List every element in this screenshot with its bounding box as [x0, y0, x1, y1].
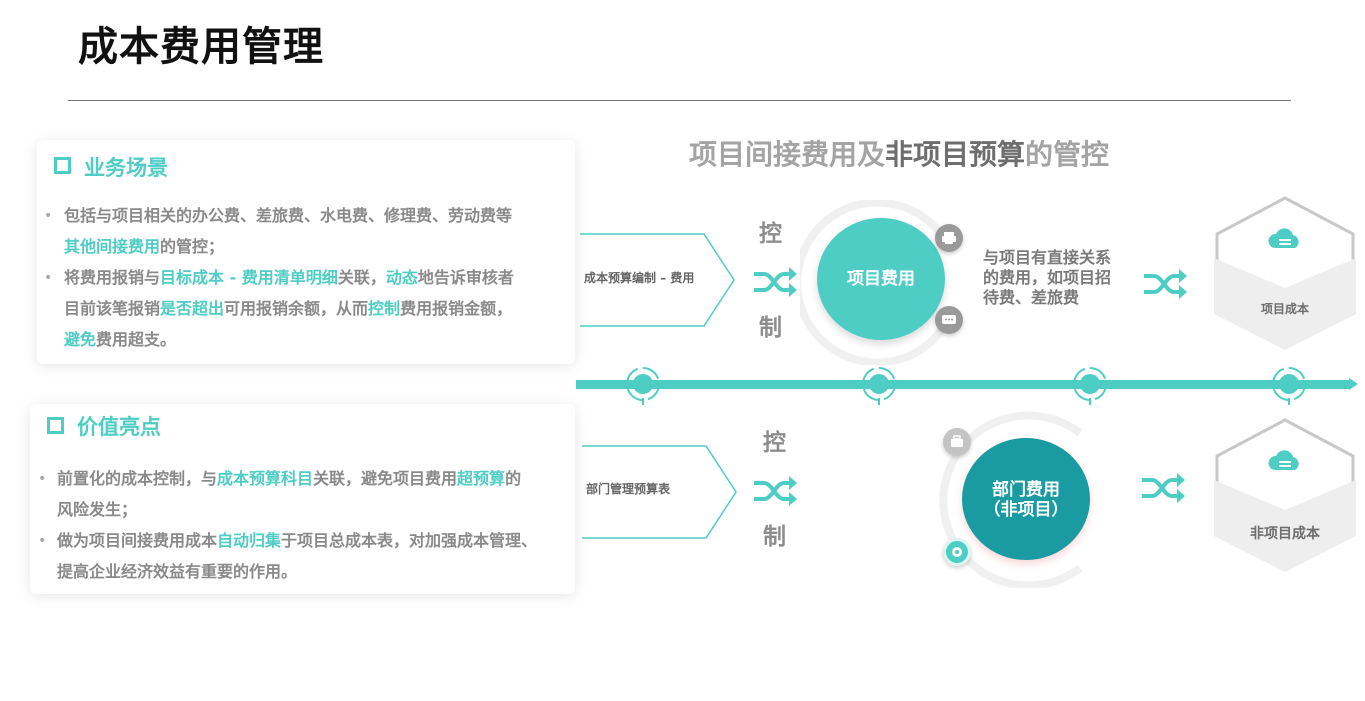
header-divider	[68, 100, 1291, 101]
desc-line: 的费用，如项目招	[983, 268, 1112, 287]
square-icon	[47, 417, 64, 434]
highlight-run: 避免	[64, 330, 97, 349]
value-highlights-bullet-1: 前置化的成本控制，与成本预算科目关联，避免项目费用超预算的 风险发生；	[57, 463, 569, 525]
text-run: 于项目总成本表，对加强成本管理、	[281, 531, 538, 550]
non-project-cost-hexagon	[1214, 418, 1356, 572]
text-run: 关联，避免项目费用	[313, 469, 458, 488]
highlight-run: 其他间接费用	[64, 237, 161, 256]
control-char: 制	[759, 315, 782, 341]
target-icon	[626, 367, 660, 405]
highlight-run: 成本预算科目	[217, 469, 314, 488]
desc-line: 待费、差旅费	[983, 288, 1080, 307]
value-highlights-bullet-2: 做为项目间接费用成本自动归集于项目总成本表，对加强成本管理、 提高企业经济效益有…	[57, 525, 569, 587]
circle-line: 部门费用	[992, 480, 1060, 500]
diagram-subtitle: 项目间接费用及非项目预算的管控	[689, 133, 1109, 173]
gear-icon	[943, 538, 971, 566]
text-line: 其他间接费用的管控；	[64, 231, 564, 262]
shuffle-icon	[754, 476, 797, 506]
non-project-cost-label: 非项目成本	[1250, 526, 1320, 542]
business-scenario-bullet-2: 将费用报销与目标成本 - 费用清单明细关联，动态地告诉审核者 目前该笔报销是否超…	[64, 262, 564, 355]
printer-icon	[935, 224, 963, 252]
briefcase-icon	[943, 428, 971, 456]
business-scenario-bullet-1: 包括与项目相关的办公费、差旅费、水电费、修理费、劳动费等 其他间接费用的管控；	[64, 200, 564, 262]
bullet-icon: •	[38, 533, 47, 549]
top-arrow-label: 成本预算编制 – 费用	[584, 271, 695, 285]
text-run: 的	[505, 469, 522, 488]
project-expense-description: 与项目有直接关系 的费用，如项目招 待费、差旅费	[983, 248, 1111, 308]
subtitle-emphasis: 非项目预算	[885, 138, 1026, 171]
shuffle-icon	[754, 267, 797, 297]
bullet-icon: •	[44, 208, 53, 224]
target-icon	[1073, 367, 1107, 405]
project-cost-hexagon	[1214, 196, 1356, 350]
bullet-icon: •	[44, 270, 53, 286]
highlight-run: 动态	[385, 268, 418, 287]
text-run: 风险发生；	[57, 500, 138, 519]
text-run: 费用超支。	[96, 330, 177, 349]
text-line: 包括与项目相关的办公费、差旅费、水电费、修理费、劳动费等	[64, 200, 564, 231]
control-char: 控	[759, 221, 782, 247]
text-run: 包括与项目相关的办公费、差旅费、水电费、修理费、劳动费等	[64, 206, 513, 225]
desc-line: 与项目有直接关系	[983, 248, 1112, 267]
chat-icon	[935, 306, 963, 334]
target-icon	[1272, 367, 1306, 405]
value-highlights-heading: 价值亮点	[77, 415, 161, 439]
text-run: 地告诉审核者	[417, 268, 514, 287]
text-line: 做为项目间接费用成本自动归集于项目总成本表，对加强成本管理、	[57, 525, 569, 556]
project-expense-circle: 项目费用	[817, 218, 945, 340]
timeline-arrowhead	[1349, 378, 1358, 390]
text-run: 提高企业经济效益有重要的作用。	[57, 562, 298, 581]
timeline-bar	[576, 380, 1351, 389]
page-title: 成本费用管理	[78, 24, 324, 70]
text-run: 目前该笔报销	[64, 299, 161, 318]
department-expense-circle: 部门费用 （非项目）	[962, 438, 1090, 560]
cloud-server-icon	[1268, 228, 1299, 248]
control-char: 控	[763, 430, 786, 456]
text-run: 关联，	[337, 268, 386, 287]
text-run: 将费用报销与	[64, 268, 161, 287]
text-run: 前置化的成本控制，与	[57, 469, 218, 488]
shuffle-icon	[1142, 473, 1185, 503]
text-run: 的管控；	[160, 237, 225, 256]
text-line: 提高企业经济效益有重要的作用。	[57, 556, 569, 587]
cloud-server-icon	[1268, 450, 1299, 470]
highlight-run: 超预算	[457, 469, 506, 488]
department-expense-label: 部门费用 （非项目）	[962, 480, 1090, 520]
text-line: 目前该笔报销是否超出可用报销余额，从而控制费用报销金额，	[64, 293, 564, 324]
text-line: 将费用报销与目标成本 - 费用清单明细关联，动态地告诉审核者	[64, 262, 564, 293]
text-line: 风险发生；	[57, 494, 569, 525]
highlight-run: 是否超出	[160, 299, 225, 318]
bottom-arrow-label: 部门管理预算表	[586, 482, 671, 496]
project-cost-label: 项目成本	[1260, 302, 1309, 316]
bullet-icon: •	[38, 471, 47, 487]
text-run: 费用报销金额，	[400, 299, 513, 318]
text-run: 做为项目间接费用成本	[57, 531, 218, 550]
subtitle-part: 的管控	[1025, 138, 1110, 171]
highlight-run: 自动归集	[217, 531, 282, 550]
highlight-run: 目标成本 - 费用清单明细	[160, 268, 338, 287]
target-icon	[862, 367, 896, 405]
highlight-run: 控制	[368, 299, 401, 318]
control-char: 制	[763, 524, 786, 550]
shuffle-icon	[1144, 269, 1187, 299]
business-scenario-heading: 业务场景	[84, 156, 168, 180]
text-run: 可用报销余额，从而	[224, 299, 369, 318]
text-line: 前置化的成本控制，与成本预算科目关联，避免项目费用超预算的	[57, 463, 569, 494]
circle-line: （非项目）	[983, 500, 1069, 520]
square-icon	[54, 157, 71, 174]
text-line: 避免费用超支。	[64, 324, 564, 355]
subtitle-part: 项目间接费用及	[689, 138, 886, 171]
